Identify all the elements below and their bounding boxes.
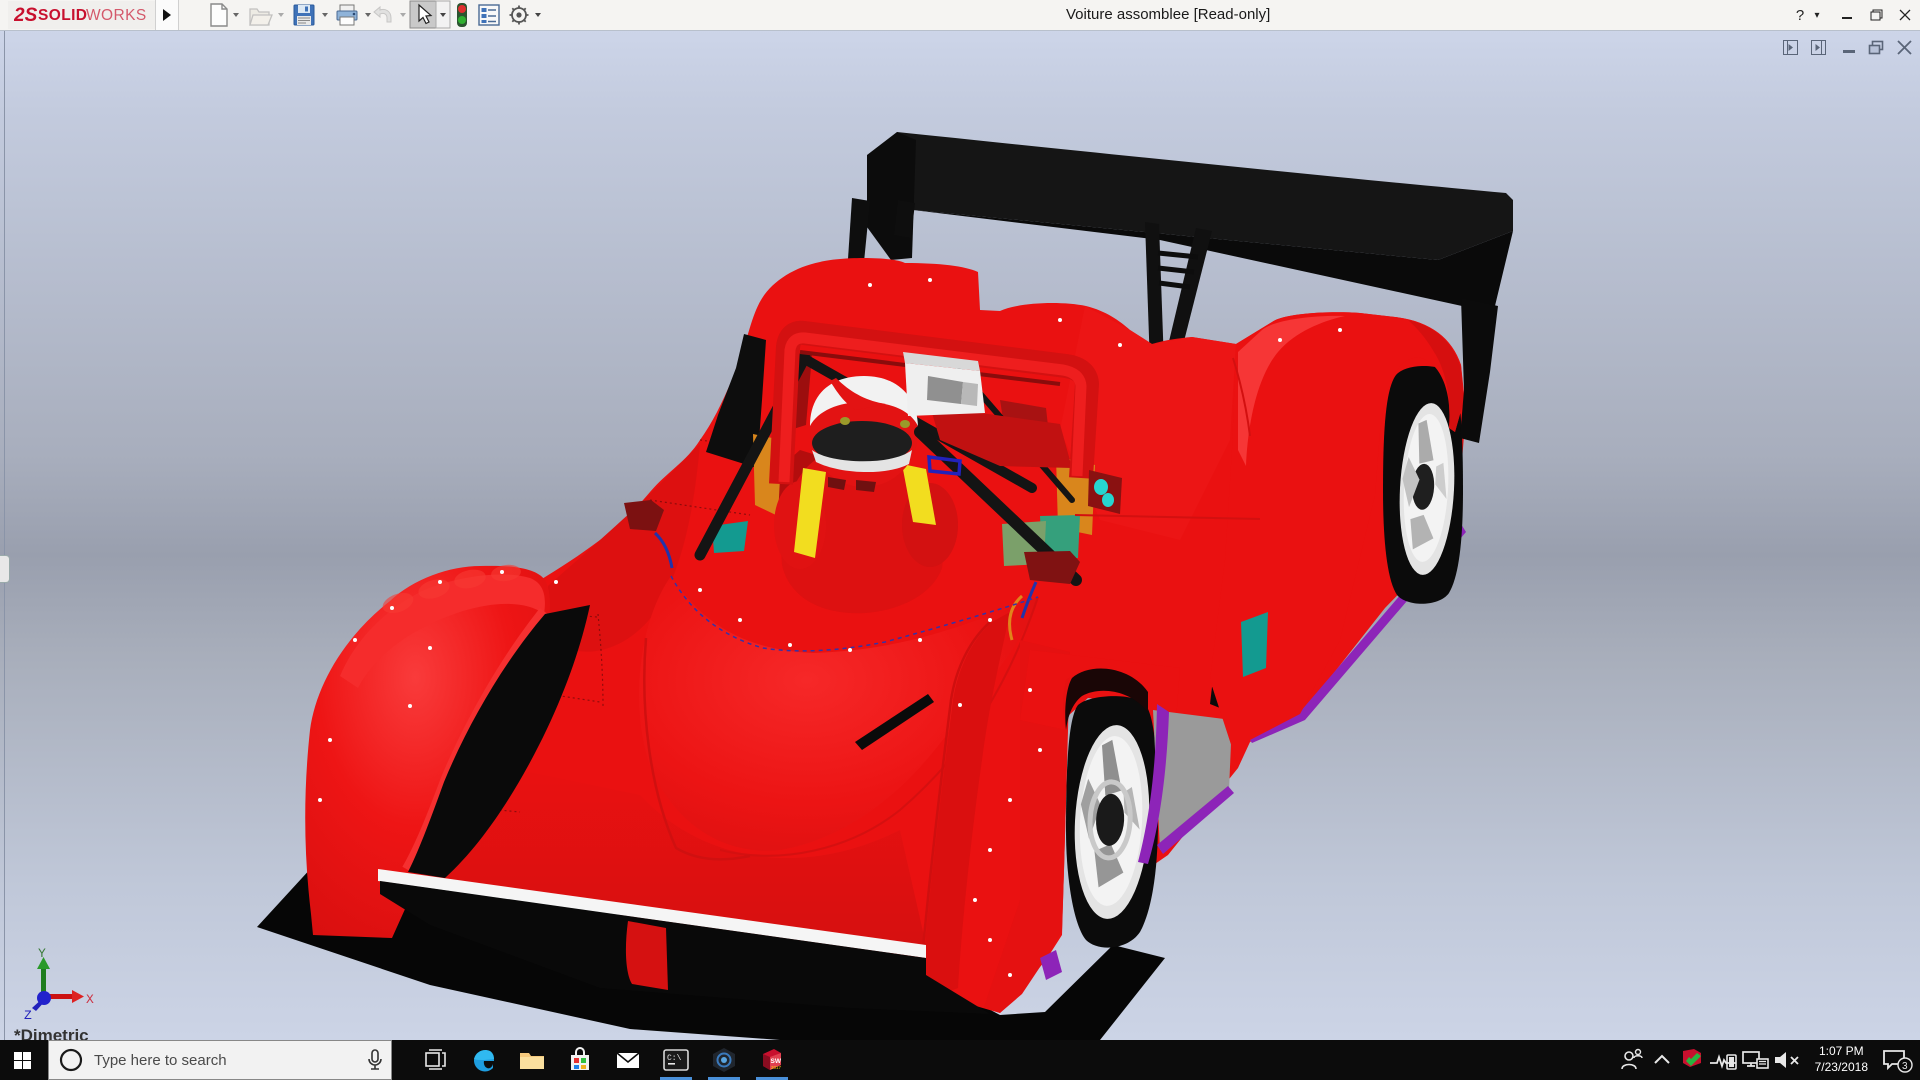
svg-text:WORKS: WORKS [86, 7, 147, 24]
svg-text:2017: 2017 [771, 1065, 782, 1070]
svg-text:SW: SW [771, 1058, 782, 1065]
svg-text:Y: Y [38, 946, 46, 961]
svg-text:3: 3 [1902, 1061, 1908, 1072]
svg-text:X: X [86, 992, 94, 1007]
svg-text:2S: 2S [14, 5, 38, 26]
svg-text:Z: Z [24, 1008, 32, 1020]
svg-text:SOLID: SOLID [38, 7, 87, 24]
svg-text:C:\: C:\ [667, 1054, 682, 1063]
